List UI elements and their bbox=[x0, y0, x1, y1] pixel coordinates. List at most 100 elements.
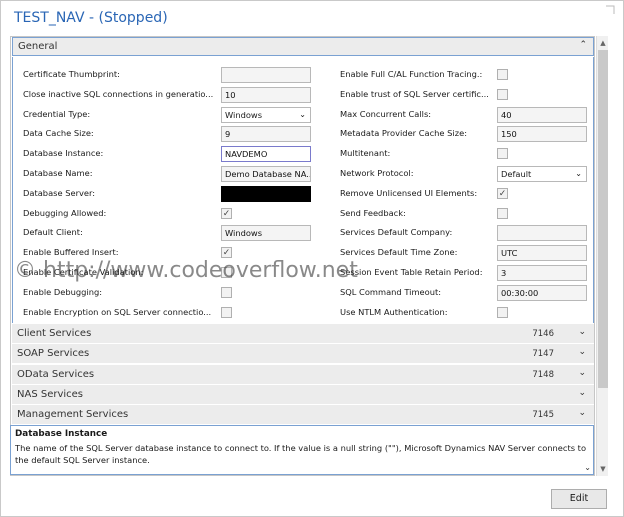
settings-panel: General ⌃ Certificate Thumbprint: Close i… bbox=[10, 36, 595, 476]
enable-encryption-on-sql-server-connectio-checkbox[interactable] bbox=[221, 306, 232, 318]
section-client-services[interactable]: Client Services 7146 ⌄ bbox=[12, 323, 594, 343]
help-panel: Database Instance The name of the SQL Se… bbox=[10, 425, 594, 475]
section-soap-services[interactable]: SOAP Services 7147 ⌄ bbox=[12, 343, 594, 364]
vertical-scrollbar[interactable]: ▲ ▼ bbox=[596, 36, 608, 476]
field-row-enable-trust-of-sql-server-certific: Enable trust of SQL Server certific... bbox=[340, 87, 594, 103]
field-label: SQL Command Timeout: bbox=[340, 286, 442, 297]
field-label: Enable trust of SQL Server certific... bbox=[340, 88, 489, 99]
certificate-thumbprint-input[interactable] bbox=[221, 67, 311, 83]
select-value: Windows bbox=[225, 109, 263, 120]
field-row-enable-debugging: Enable Debugging: bbox=[23, 285, 318, 301]
remove-unlicensed-ui-elements-checkbox[interactable]: ✓ bbox=[497, 187, 508, 199]
field-row-services-default-time-zone: Services Default Time Zone: UTC bbox=[340, 245, 594, 262]
default-client-input[interactable]: Windows bbox=[221, 225, 311, 242]
field-row-remove-unlicensed-ui-elements: Remove Unlicensed UI Elements: ✓ bbox=[340, 186, 594, 202]
general-section-body: Certificate Thumbprint: Close inactive SQ… bbox=[12, 57, 594, 327]
chevron-down-icon[interactable]: ⌄ bbox=[578, 347, 586, 357]
section-label: OData Services bbox=[17, 368, 95, 380]
field-row-enable-buffered-insert: Enable Buffered Insert: ✓ bbox=[23, 245, 318, 261]
chevron-down-icon[interactable]: ⌄ bbox=[578, 327, 586, 337]
field-row-credential-type: Credential Type: Windows ⌄ bbox=[23, 106, 318, 123]
section-label: Management Services bbox=[17, 409, 129, 421]
session-event-table-retain-period-input[interactable]: 3 bbox=[497, 265, 587, 281]
section-nas-services[interactable]: NAS Services ⌄ bbox=[12, 383, 594, 404]
database-server-input[interactable] bbox=[221, 185, 311, 202]
field-label: Session Event Table Retain Period: bbox=[340, 267, 483, 277]
credential-type-select[interactable]: Windows ⌄ bbox=[221, 106, 311, 123]
sql-command-timeout-input[interactable]: 00:30:00 bbox=[497, 284, 587, 301]
enable-certificate-validation-checkbox[interactable] bbox=[221, 267, 232, 278]
field-label: Certificate Thumbprint: bbox=[23, 69, 120, 79]
chevron-down-icon[interactable]: ⌄ bbox=[584, 463, 591, 472]
field-label: Close inactive SQL connections in genera… bbox=[23, 88, 214, 99]
field-label: Enable Debugging: bbox=[23, 286, 103, 297]
field-label: Database Server: bbox=[23, 187, 96, 198]
help-text: The name of the SQL Server database inst… bbox=[15, 443, 587, 465]
database-name-input[interactable]: Demo Database NA... bbox=[221, 166, 311, 182]
field-row-database-server: Database Server: bbox=[23, 185, 318, 202]
section-port: 7146 bbox=[532, 329, 554, 339]
metadata-provider-cache-size-input[interactable]: 150 bbox=[497, 126, 587, 143]
field-label: Remove Unlicensed UI Elements: bbox=[340, 187, 478, 198]
data-cache-size-input[interactable]: 9 bbox=[221, 126, 311, 143]
field-label: Database Instance: bbox=[23, 148, 104, 159]
services-default-company-input[interactable] bbox=[497, 225, 587, 242]
scroll-thumb[interactable] bbox=[598, 50, 608, 388]
use-ntlm-authentication-checkbox[interactable] bbox=[497, 306, 508, 318]
chevron-down-icon[interactable]: ⌄ bbox=[578, 388, 586, 398]
send-feedback-checkbox[interactable] bbox=[497, 207, 508, 219]
field-label: Default Client: bbox=[23, 227, 83, 238]
field-row-enable-full-c-al-function-tracing: Enable Full C/AL Function Tracing.: bbox=[340, 67, 594, 83]
field-label: Data Cache Size: bbox=[23, 128, 94, 139]
field-row-data-cache-size: Data Cache Size: 9 bbox=[23, 126, 318, 143]
section-port: 7148 bbox=[532, 369, 554, 380]
scroll-up-icon[interactable]: ▲ bbox=[597, 37, 609, 49]
chevron-down-icon[interactable]: ⌄ bbox=[578, 408, 586, 418]
section-general-header[interactable]: General ⌃ bbox=[12, 37, 594, 56]
debugging-allowed-checkbox[interactable]: ✓ bbox=[221, 207, 232, 219]
services-default-time-zone-input[interactable]: UTC bbox=[497, 245, 587, 262]
field-row-services-default-company: Services Default Company: bbox=[340, 225, 594, 242]
enable-buffered-insert-checkbox[interactable]: ✓ bbox=[221, 247, 232, 259]
chevron-down-icon: ⌄ bbox=[299, 109, 306, 119]
section-port: 7147 bbox=[532, 349, 554, 360]
section-label: NAS Services bbox=[17, 388, 84, 400]
close-inactive-sql-connections-in-generatio-input[interactable]: 10 bbox=[221, 86, 311, 103]
field-row-network-protocol: Network Protocol: Default ⌄ bbox=[340, 166, 594, 182]
field-label: Multitenant: bbox=[340, 148, 391, 159]
field-row-max-concurrent-calls: Max Concurrent Calls: 40 bbox=[340, 106, 594, 123]
field-label: Services Default Company: bbox=[340, 227, 453, 238]
enable-full-c-al-function-tracing-checkbox[interactable] bbox=[497, 69, 508, 80]
section-management-services[interactable]: Management Services 7145 ⌄ bbox=[12, 404, 594, 425]
field-row-enable-certificate-validation: Enable Certificate Validation: bbox=[23, 265, 318, 281]
field-row-debugging-allowed: Debugging Allowed: ✓ bbox=[23, 206, 318, 222]
field-label: Enable Full C/AL Function Tracing.: bbox=[340, 69, 483, 79]
enable-trust-of-sql-server-certific-checkbox[interactable] bbox=[497, 88, 508, 100]
field-row-session-event-table-retain-period: Session Event Table Retain Period: 3 bbox=[340, 265, 594, 281]
field-row-sql-command-timeout: SQL Command Timeout: 00:30:00 bbox=[340, 284, 594, 301]
select-value: Default bbox=[501, 169, 532, 179]
max-concurrent-calls-input[interactable]: 40 bbox=[497, 106, 587, 123]
field-label: Max Concurrent Calls: bbox=[340, 108, 432, 119]
scroll-down-icon[interactable]: ▼ bbox=[597, 463, 609, 475]
database-instance-input[interactable]: NAVDEMO bbox=[221, 146, 311, 163]
section-odata-services[interactable]: OData Services 7148 ⌄ bbox=[12, 363, 594, 384]
field-row-database-instance: Database Instance: NAVDEMO bbox=[23, 146, 318, 163]
edit-button[interactable]: Edit bbox=[551, 489, 607, 509]
chevron-down-icon[interactable]: ⌄ bbox=[578, 368, 586, 378]
enable-debugging-checkbox[interactable] bbox=[221, 286, 232, 298]
field-row-database-name: Database Name: Demo Database NA... bbox=[23, 166, 318, 182]
network-protocol-select[interactable]: Default ⌄ bbox=[497, 166, 587, 182]
multitenant-checkbox[interactable] bbox=[497, 148, 508, 160]
chevron-down-icon: ⌄ bbox=[575, 169, 582, 178]
field-label: Use NTLM Authentication: bbox=[340, 306, 448, 317]
field-row-send-feedback: Send Feedback: bbox=[340, 206, 594, 222]
field-label: Enable Buffered Insert: bbox=[23, 247, 119, 258]
field-row-certificate-thumbprint: Certificate Thumbprint: bbox=[23, 67, 318, 83]
field-label: Enable Encryption on SQL Server connecti… bbox=[23, 306, 212, 317]
field-row-default-client: Default Client: Windows bbox=[23, 225, 318, 242]
window-corner-icon bbox=[606, 5, 615, 14]
field-label: Services Default Time Zone: bbox=[340, 247, 458, 258]
chevron-up-icon[interactable]: ⌃ bbox=[579, 40, 587, 50]
field-row-close-inactive-sql-connections-in-generatio: Close inactive SQL connections in genera… bbox=[23, 86, 318, 103]
